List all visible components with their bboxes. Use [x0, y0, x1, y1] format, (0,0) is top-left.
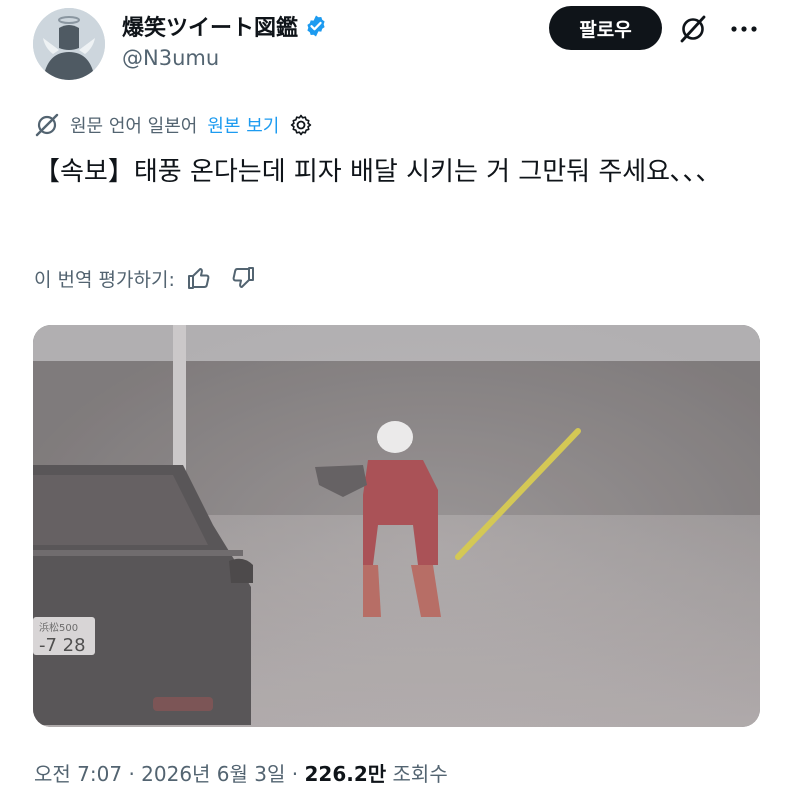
views-label: 조회수	[392, 762, 448, 786]
author-name-row: 爆笑ツイート図鑑	[122, 10, 328, 42]
storm-delivery-photo: 浜松500 -7 28	[33, 325, 760, 727]
source-language-label: 원문 언어 일본어	[70, 116, 198, 137]
grok-icon	[680, 15, 706, 43]
author-display-name[interactable]: 爆笑ツイート図鑑	[122, 10, 298, 42]
more-options-button[interactable]	[724, 12, 764, 46]
verified-badge-icon	[307, 15, 325, 37]
tweet-meta: 오전 7:07 · 2026년 6월 3일 · 226.2만 조회수	[34, 758, 448, 787]
thumbs-down-icon[interactable]	[229, 264, 257, 292]
translate-icon	[35, 113, 59, 137]
translation-info-row: 원문 언어 일본어 원본 보기	[34, 112, 313, 138]
tweet-date[interactable]: 2026년 6월 3일	[141, 762, 285, 786]
more-icon	[731, 26, 757, 32]
author-handle[interactable]: @N3umu	[122, 46, 219, 70]
settings-icon[interactable]	[289, 113, 313, 137]
meta-separator-2: ·	[291, 762, 299, 786]
meta-separator: ·	[128, 762, 135, 786]
tweet-time[interactable]: 오전 7:07	[34, 762, 122, 786]
follow-button[interactable]: 팔로우	[549, 6, 662, 50]
rate-translation-row: 이 번역 평가하기:	[34, 264, 257, 292]
views-count: 226.2만	[304, 762, 387, 786]
avatar-angel-icon	[33, 8, 105, 80]
grok-button[interactable]	[676, 12, 710, 46]
thumbs-up-icon[interactable]	[185, 264, 213, 292]
view-original-link[interactable]: 원본 보기	[207, 112, 279, 138]
rate-translation-label: 이 번역 평가하기:	[34, 268, 175, 291]
tweet-photo[interactable]: 浜松500 -7 28	[33, 325, 760, 727]
avatar[interactable]	[33, 8, 105, 80]
tweet-text: 【속보】태풍 온다는데 피자 배달 시키는 거 그만둬 주세요､､､	[34, 157, 710, 187]
